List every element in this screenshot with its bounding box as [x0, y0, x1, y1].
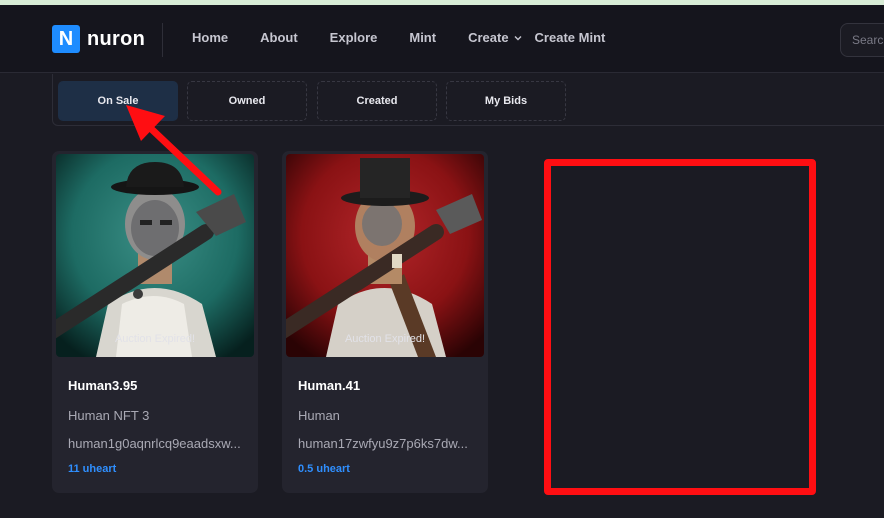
- annotation-arrow-icon: [126, 105, 222, 196]
